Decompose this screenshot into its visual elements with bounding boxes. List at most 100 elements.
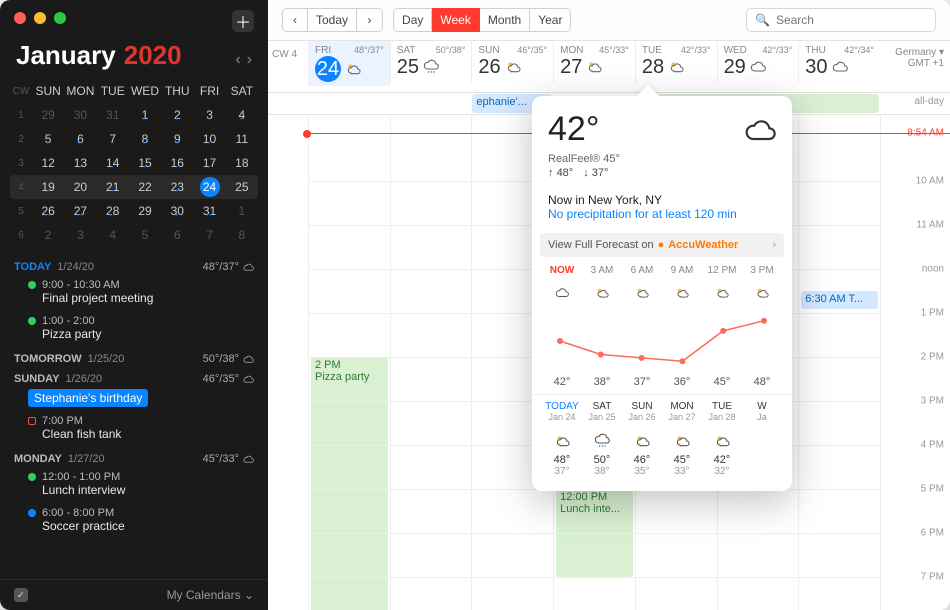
mini-day[interactable]: 29	[129, 204, 161, 218]
daily-dates: Jan 24Jan 25Jan 26Jan 27Jan 28Ja	[532, 412, 792, 422]
mini-day[interactable]: 8	[226, 228, 258, 242]
mini-day[interactable]: 20	[64, 180, 96, 194]
mini-day[interactable]: 21•	[97, 180, 129, 194]
hour-label: 6 PM	[921, 528, 944, 539]
mini-day[interactable]: 6••	[64, 132, 96, 146]
mini-day[interactable]: 30•	[161, 204, 193, 218]
view-year-button[interactable]: Year	[530, 8, 571, 32]
agenda-event[interactable]: 9:00 - 10:30 AM Final project meeting	[14, 273, 254, 309]
hour-label: 3 PM	[921, 396, 944, 407]
sidebar: ＋ January 2020 ‹ › CWSUNMONTUEWEDTHUFRIS…	[0, 0, 268, 610]
mini-day[interactable]: 10•	[193, 132, 225, 146]
sidebar-footer: ✓ My Calendars ⌄	[0, 579, 268, 610]
agenda-event[interactable]: 1:00 - 2:00 Pizza party	[14, 309, 254, 345]
mini-day[interactable]: 9•	[161, 132, 193, 146]
agenda-event[interactable]: 6:00 - 8:00 PM Soccer practice	[14, 501, 254, 537]
agenda-list: TODAY1/24/2048°/37° 9:00 - 10:30 AM Fina…	[0, 253, 268, 579]
view-week-button[interactable]: Week	[432, 8, 479, 32]
mini-day[interactable]: 8•	[129, 132, 161, 146]
toolbar: ‹ Today › DayWeekMonthYear 🔍	[268, 0, 950, 41]
close-window-icon[interactable]	[14, 12, 26, 24]
mini-day[interactable]: 23•	[161, 180, 193, 194]
allday-pill[interactable]: Stephanie's birthday	[28, 389, 148, 407]
mini-day[interactable]: 25•	[226, 180, 258, 194]
mini-day[interactable]: 7	[193, 228, 225, 242]
mini-day[interactable]: 14•	[97, 156, 129, 170]
mini-day[interactable]: 13•	[64, 156, 96, 170]
mini-day[interactable]: 15•	[129, 156, 161, 170]
view-day-button[interactable]: Day	[393, 8, 432, 32]
mini-day[interactable]: 19•	[32, 180, 64, 194]
mini-day[interactable]: 17•	[193, 156, 225, 170]
mini-day[interactable]: 26••	[32, 204, 64, 218]
day-header[interactable]: MON45°/33° 27	[553, 41, 635, 83]
mini-day[interactable]: 4	[97, 228, 129, 242]
day-header[interactable]: FRI48°/37° 24	[308, 41, 390, 86]
mini-day[interactable]: 22	[129, 180, 161, 194]
today-button[interactable]: Today	[308, 8, 357, 32]
prev-month-button[interactable]: ‹	[235, 51, 240, 69]
event-pizza[interactable]: 2 PMPizza party	[311, 357, 388, 610]
precip-link[interactable]: No precipitation for at least 120 min	[532, 207, 792, 229]
timezone-label[interactable]: Germany ▾GMT +1	[880, 41, 950, 75]
mini-day[interactable]: 1	[226, 204, 258, 218]
calendars-dropdown[interactable]: My Calendars ⌄	[167, 588, 254, 602]
allday-label: all-day	[880, 93, 950, 114]
mini-day[interactable]: 3•	[193, 108, 225, 122]
mini-day[interactable]: 27••	[64, 204, 96, 218]
day-header[interactable]: SAT50°/38° 25	[390, 41, 472, 83]
hourly-chart	[546, 306, 778, 376]
daily-icons	[532, 422, 792, 454]
day-column[interactable]: 2 PMPizza party	[308, 115, 390, 610]
add-event-button[interactable]: ＋	[232, 10, 254, 32]
day-header[interactable]: TUE42°/33° 28	[635, 41, 717, 83]
mini-day[interactable]: 28••	[97, 204, 129, 218]
mini-day[interactable]: 2•	[161, 108, 193, 122]
mini-calendar[interactable]: CWSUNMONTUEWEDTHUFRISAT12930311•2•3•4•25…	[0, 79, 268, 253]
zoom-window-icon[interactable]	[54, 12, 66, 24]
mini-day[interactable]: 16•	[161, 156, 193, 170]
mini-day[interactable]: 12	[32, 156, 64, 170]
mini-day[interactable]: 2	[32, 228, 64, 242]
search-input[interactable]	[776, 13, 927, 27]
daily-hi: 48°50°46°45°42°	[532, 454, 792, 466]
month-label: January	[16, 40, 116, 71]
mini-day[interactable]: 29	[32, 108, 64, 122]
next-button[interactable]: ›	[357, 8, 383, 32]
search-field[interactable]: 🔍	[746, 8, 936, 32]
mini-day[interactable]: 30	[64, 108, 96, 122]
prev-button[interactable]: ‹	[282, 8, 308, 32]
day-header[interactable]: SUN46°/35° 26	[471, 41, 553, 83]
mini-day[interactable]: 6	[161, 228, 193, 242]
mini-day[interactable]: 31	[97, 108, 129, 122]
day-column[interactable]	[390, 115, 472, 610]
mini-day[interactable]: 4•	[226, 108, 258, 122]
now-time: 8:54 AM	[907, 127, 944, 138]
day-column[interactable]: 6:30 AM T...	[798, 115, 880, 610]
mini-day[interactable]: 18	[226, 156, 258, 170]
view-month-button[interactable]: Month	[480, 8, 530, 32]
hour-label: 2 PM	[921, 352, 944, 363]
mini-day[interactable]: 11•	[226, 132, 258, 146]
search-icon: 🔍	[755, 13, 770, 27]
agenda-day: TOMORROW1/25/2050°/38°	[0, 347, 268, 367]
minimize-window-icon[interactable]	[34, 12, 46, 24]
mini-day[interactable]: 31••	[193, 204, 225, 218]
mini-day[interactable]: 5	[129, 228, 161, 242]
chevron-down-icon: ⌄	[244, 588, 254, 602]
mini-day[interactable]: 7	[97, 132, 129, 146]
filter-checkbox[interactable]: ✓	[14, 588, 28, 602]
agenda-event[interactable]: 12:00 - 1:00 PM Lunch interview	[14, 465, 254, 501]
hi-lo: ↑ 48° ↓ 37°	[532, 165, 792, 187]
next-month-button[interactable]: ›	[247, 51, 252, 69]
mini-day[interactable]: 5•	[32, 132, 64, 146]
mini-day[interactable]: 1•	[129, 108, 161, 122]
day-header[interactable]: WED42°/33° 29	[717, 41, 799, 83]
full-forecast-link[interactable]: View Full Forecast on ● AccuWeather ›	[540, 233, 784, 257]
mini-day[interactable]: 24••	[193, 177, 225, 197]
day-header[interactable]: THU42°/34° 30	[798, 41, 880, 83]
mini-day[interactable]: 3	[64, 228, 96, 242]
main-area: ‹ Today › DayWeekMonthYear 🔍 CW 4 FRI48°…	[268, 0, 950, 610]
agenda-event[interactable]: 7:00 PM Clean fish tank	[14, 409, 254, 445]
event-thu[interactable]: 6:30 AM T...	[801, 291, 878, 309]
